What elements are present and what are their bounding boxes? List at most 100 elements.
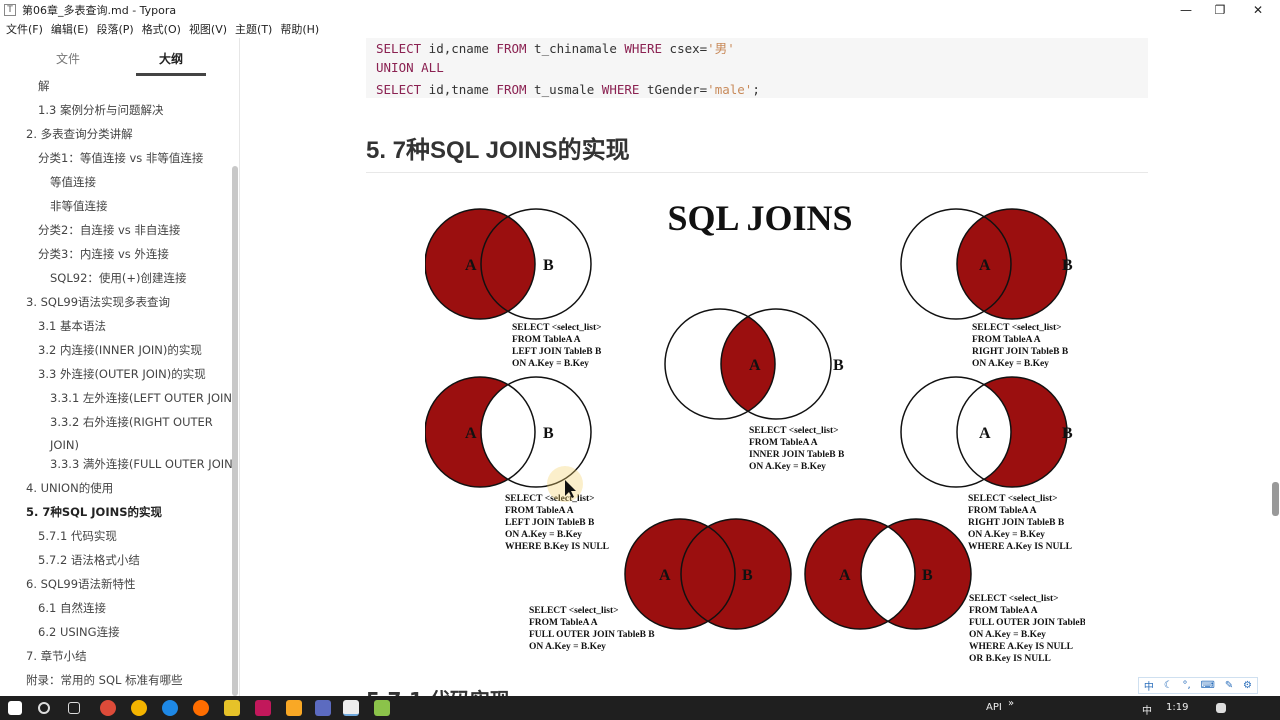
menu-view[interactable]: 视图(V) [189,21,227,37]
menu-bar: 文件(F) 编辑(E) 段落(P) 格式(O) 视图(V) 主题(T) 帮助(H… [0,20,1280,38]
code-block[interactable]: SELECT id,cname FROM t_chinamale WHERE c… [366,38,1148,98]
sidebar: 文件 大纲 解 1.3 案例分析与问题解决 2. 多表查询分类讲解分类1：等值连接 … [0,38,290,696]
label-a: A [465,257,477,274]
menu-format[interactable]: 格式(O) [142,21,181,37]
edge-icon[interactable] [162,700,178,716]
menu-help[interactable]: 帮助(H) [280,21,319,37]
svg-text:SELECT <select_list>: SELECT <select_list> [972,323,1062,333]
ide-icon[interactable] [315,700,331,716]
tray-language[interactable]: 中 [1142,702,1152,717]
search-icon[interactable] [38,702,50,714]
maximize-button[interactable]: ❐ [1200,0,1240,20]
sidebar-scrollbar[interactable] [232,166,238,696]
task-view-icon[interactable] [68,702,80,714]
editor-scrollbar[interactable] [1272,482,1279,516]
outline-item[interactable]: 5.7.1 代码实现 [38,528,117,544]
tab-outline[interactable]: 大纲 [159,50,183,67]
sql-left-exclusive: SELECT <select_list> FROM TableA A LEFT … [505,494,609,552]
svg-text:LEFT JOIN TableB B: LEFT JOIN TableB B [512,347,602,357]
outline-item[interactable]: 分类2：自连接 vs 非自连接 [38,222,180,238]
outline-item[interactable]: 解 [38,78,50,94]
svg-text:WHERE A.Key IS NULL: WHERE A.Key IS NULL [968,542,1072,552]
outline-item[interactable]: 6.1 自然连接 [38,600,106,616]
svg-text:ON A.Key = B.Key: ON A.Key = B.Key [505,530,582,540]
menu-theme[interactable]: 主题(T) [235,21,272,37]
ime-toolbar[interactable]: 中 ☾ °, ⌨ ✎ ⚙ [1138,677,1258,694]
tray-clock[interactable]: 1:19 [1166,702,1188,713]
outline-item[interactable]: 非等值连接 [50,198,108,214]
svg-text:WHERE B.Key IS NULL: WHERE B.Key IS NULL [505,542,609,552]
sql-left-join: SELECT <select_list> FROM TableA A LEFT … [512,323,602,369]
svg-text:ON A.Key = B.Key: ON A.Key = B.Key [529,642,606,652]
app-icon-pink[interactable] [255,700,271,716]
file-explorer-icon[interactable] [286,700,302,716]
section-heading: 5. 7种SQL JOINS的实现 [366,137,630,164]
outline-item[interactable]: 分类3：内连接 vs 外连接 [38,246,169,262]
svg-text:FROM TableA A: FROM TableA A [505,506,574,516]
windows-start-icon[interactable] [8,701,22,715]
tray-expand-icon[interactable]: » [1008,698,1014,709]
firefox-icon[interactable] [193,700,209,716]
outline-item[interactable]: JOIN) [50,438,79,452]
notification-icon[interactable] [1216,703,1226,713]
outline-item[interactable]: 等值连接 [50,174,96,190]
tray-api[interactable]: API [986,702,1002,713]
outline-item[interactable]: 2. 多表查询分类讲解 [26,126,133,142]
ime-settings-icon[interactable]: ⚙ [1243,680,1252,691]
close-button[interactable]: ✕ [1238,0,1278,20]
outline-item[interactable]: 3.2 内连接(INNER JOIN)的实现 [38,342,202,358]
ime-moon-icon[interactable]: ☾ [1164,680,1173,691]
outline-item[interactable]: 3.3 外连接(OUTER JOIN)的实现 [38,366,206,382]
browser-icon[interactable] [131,700,147,716]
code-line-3: SELECT id,tname FROM t_usmale WHERE tGen… [376,82,760,97]
outline-item[interactable]: 6. SQL99语法新特性 [26,576,136,592]
svg-text:FULL OUTER JOIN TableB B: FULL OUTER JOIN TableB B [529,630,655,640]
ime-lang-icon[interactable]: 中 [1144,678,1154,693]
outline-item[interactable]: 4. UNION的使用 [26,480,113,496]
outline-item[interactable]: 3. SQL99语法实现多表查询 [26,294,170,310]
notes-icon[interactable] [224,700,240,716]
outline-item[interactable]: 3.3.1 左外连接(LEFT OUTER JOIN) [50,390,232,406]
outline-item[interactable]: 1.3 案例分析与问题解决 [38,102,163,118]
sql-full-outer-join: SELECT <select_list> FROM TableA A FULL … [529,606,655,652]
menu-edit[interactable]: 编辑(E) [51,21,89,37]
menu-file[interactable]: 文件(F) [6,21,43,37]
label-b: B [1062,257,1073,274]
ime-keyboard-icon[interactable]: ⌨ [1201,680,1215,691]
code-line-1: SELECT id,cname FROM t_chinamale WHERE c… [376,41,735,56]
outline-item[interactable]: 3.3.3 满外连接(FULL OUTER JOIN) [50,456,232,472]
svg-text:ON A.Key = B.Key: ON A.Key = B.Key [749,462,826,472]
menu-paragraph[interactable]: 段落(P) [96,21,133,37]
figure-title: SQL JOINS [667,198,852,238]
svg-text:RIGHT JOIN TableB B: RIGHT JOIN TableB B [968,518,1065,528]
svg-text:OR B.Key IS NULL: OR B.Key IS NULL [969,654,1051,664]
typora-taskbar-icon[interactable] [343,700,359,716]
svg-text:ON A.Key = B.Key: ON A.Key = B.Key [972,359,1049,369]
svg-text:SELECT <select_list>: SELECT <select_list> [512,323,602,333]
label-b: B [742,567,753,584]
app-icon-green[interactable] [374,700,390,716]
sql-full-exclusive: SELECT <select_list> FROM TableA A FULL … [969,594,1085,664]
outline-item[interactable]: 分类1：等值连接 vs 非等值连接 [38,150,203,166]
outline-item[interactable]: 7. 章节小结 [26,648,87,664]
label-b: B [543,425,554,442]
label-a: A [839,567,851,584]
ime-punct-icon[interactable]: °, [1183,680,1191,691]
label-a: A [465,425,477,442]
outline-item[interactable]: 5.7.2 语法格式小结 [38,552,140,568]
outline-item[interactable]: SQL92：使用(+)创建连接 [50,270,187,286]
sql-right-join: SELECT <select_list> FROM TableA A RIGHT… [972,323,1069,369]
heading-divider [366,172,1148,173]
tab-files[interactable]: 文件 [56,50,80,67]
svg-text:RIGHT JOIN TableB B: RIGHT JOIN TableB B [972,347,1069,357]
outline-item[interactable]: 3.1 基本语法 [38,318,106,334]
svg-text:FROM TableA A: FROM TableA A [968,506,1037,516]
ime-pen-icon[interactable]: ✎ [1225,680,1233,691]
outline-item[interactable]: 6.2 USING连接 [38,624,120,640]
outline-item[interactable]: 5. 7种SQL JOINS的实现 [26,504,162,520]
label-a: A [979,425,991,442]
title-bar: T 第06章_多表查询.md - Typora — ❐ ✕ [0,0,1280,20]
outline-item[interactable]: 3.3.2 右外连接(RIGHT OUTER [50,414,213,430]
label-a: A [749,357,761,374]
chrome-icon[interactable] [100,700,116,716]
